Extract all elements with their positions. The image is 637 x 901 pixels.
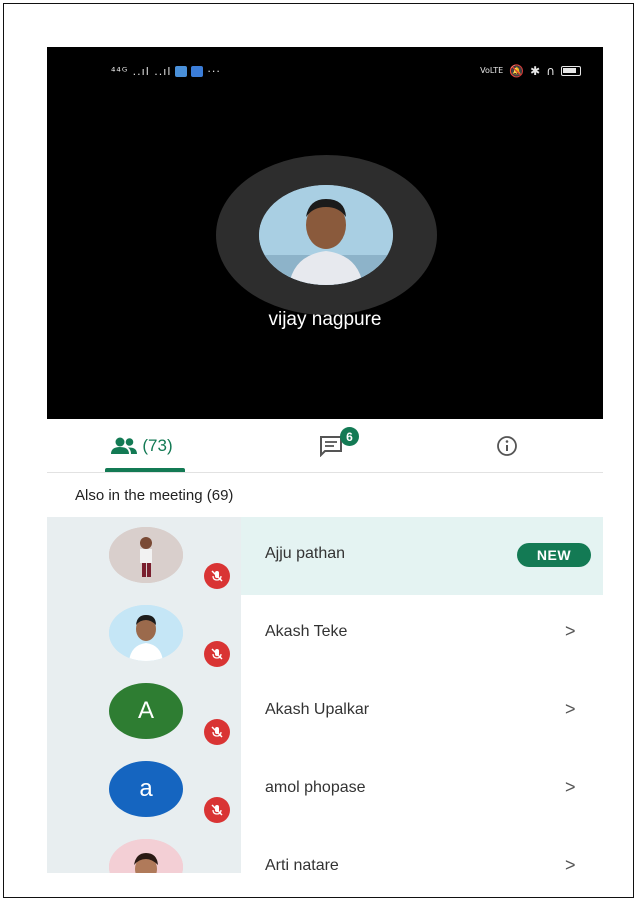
chat-unread-badge: 6 — [340, 427, 359, 446]
tab-info[interactable] — [487, 419, 527, 473]
mic-muted-icon — [204, 719, 230, 745]
chevron-right-icon[interactable]: > — [565, 855, 576, 873]
app-notification-icon — [175, 66, 188, 77]
participant-row[interactable]: Ajju pathan NEW — [47, 517, 603, 595]
participant-name: amol phopase — [265, 779, 366, 796]
chevron-right-icon[interactable]: > — [565, 777, 576, 798]
participant-avatar: a — [109, 761, 183, 817]
participant-row[interactable]: Arti natare > — [47, 829, 603, 873]
mic-muted-icon — [204, 641, 230, 667]
signal-text: ⁴⁴ᴳ ..ıl ..ıl — [111, 65, 172, 78]
participant-name: Akash Upalkar — [265, 701, 370, 718]
participant-name: Akash Teke — [265, 623, 348, 640]
chevron-right-icon[interactable]: > — [565, 621, 576, 642]
people-icon — [111, 437, 138, 454]
telegram-icon — [191, 66, 204, 77]
presenter-avatar — [259, 185, 393, 285]
participant-name: Arti natare — [265, 857, 339, 873]
bluetooth-icon: ✱ — [530, 64, 541, 78]
mic-muted-icon — [204, 563, 230, 589]
people-count: (73) — [142, 436, 173, 455]
tab-people[interactable]: (73) — [87, 419, 197, 473]
participant-avatar — [109, 839, 183, 873]
mic-muted-icon — [204, 797, 230, 823]
status-right: VoLTE 🔕 ✱ ∩ — [480, 64, 581, 78]
chevron-right-icon[interactable]: > — [565, 699, 576, 720]
presenter-name: vijay nagpure — [268, 309, 382, 330]
participant-row[interactable]: A Akash Upalkar > — [47, 673, 603, 751]
active-tab-indicator — [105, 468, 185, 472]
status-left: ⁴⁴ᴳ ..ıl ..ıl ··· — [111, 65, 221, 78]
participant-avatar — [109, 527, 183, 583]
more-notifications-icon: ··· — [207, 65, 221, 78]
info-icon — [497, 436, 517, 456]
participant-avatar: A — [109, 683, 183, 739]
battery-icon — [561, 66, 581, 76]
volte-label: VoLTE — [480, 66, 504, 75]
video-stage[interactable]: ⁴⁴ᴳ ..ıl ..ıl ··· VoLTE 🔕 ✱ ∩ vijay nagp… — [47, 47, 603, 419]
status-bar: ⁴⁴ᴳ ..ıl ..ıl ··· VoLTE 🔕 ✱ ∩ — [47, 47, 603, 97]
new-badge: NEW — [517, 543, 591, 567]
section-title: Also in the meeting (69) — [75, 487, 234, 504]
participant-name: Ajju pathan — [265, 545, 346, 562]
mute-vibrate-icon: 🔕 — [509, 64, 525, 78]
participant-row[interactable]: Akash Teke > — [47, 595, 603, 673]
headset-icon: ∩ — [546, 64, 555, 78]
participant-row[interactable]: a amol phopase > — [47, 751, 603, 829]
participant-avatar — [109, 605, 183, 661]
meet-app-screen: ⁴⁴ᴳ ..ıl ..ıl ··· VoLTE 🔕 ✱ ∩ vijay nagp… — [47, 47, 603, 873]
tab-bar: (73) — [47, 419, 603, 473]
